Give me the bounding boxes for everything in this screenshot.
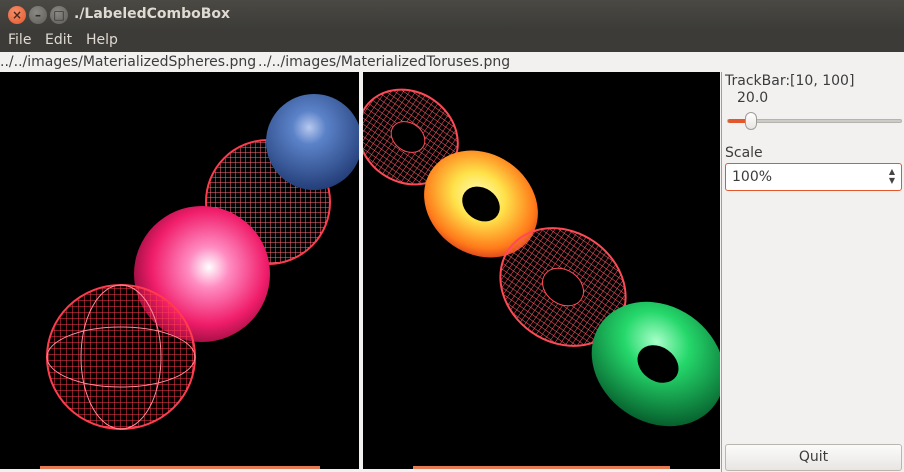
minimize-icon[interactable]: –	[29, 6, 47, 24]
title-bar: × – □ ./LabeledComboBox	[0, 0, 904, 30]
right-image-path: ../../images/MaterializedToruses.png	[258, 54, 511, 70]
trackbar-handle[interactable]	[745, 112, 758, 130]
path-bar: ../../images/MaterializedSpheres.png ../…	[0, 52, 904, 72]
scale-label: Scale	[725, 145, 763, 161]
window-title: ./LabeledComboBox	[74, 6, 231, 22]
menu-file[interactable]: File	[8, 32, 31, 48]
menu-help[interactable]: Help	[86, 32, 118, 48]
scale-combobox[interactable]: 100% ▲ ▼	[725, 163, 902, 191]
menu-edit[interactable]: Edit	[45, 32, 72, 48]
trackbar-label: TrackBar:[10, 100]	[725, 73, 855, 89]
scale-selected-value: 100%	[732, 169, 773, 185]
menu-bar: File Edit Help	[0, 30, 904, 52]
updown-arrows-icon: ▲ ▼	[888, 167, 895, 185]
spheres-image	[46, 94, 359, 430]
right-scroll-indicator[interactable]	[413, 466, 670, 469]
close-icon[interactable]: ×	[8, 6, 26, 24]
spheres-image-view[interactable]	[0, 72, 359, 469]
quit-button[interactable]: Quit	[725, 444, 902, 471]
trackbar-value: 20.0	[737, 90, 769, 106]
toruses-image-view[interactable]	[363, 72, 720, 469]
left-scroll-indicator[interactable]	[40, 466, 320, 469]
maximize-icon[interactable]: □	[50, 6, 68, 24]
control-panel: TrackBar:[10, 100] 20.0 Scale 100% ▲ ▼ Qu…	[721, 72, 904, 472]
left-image-path: ../../images/MaterializedSpheres.png	[0, 54, 257, 70]
toruses-image	[363, 88, 720, 427]
